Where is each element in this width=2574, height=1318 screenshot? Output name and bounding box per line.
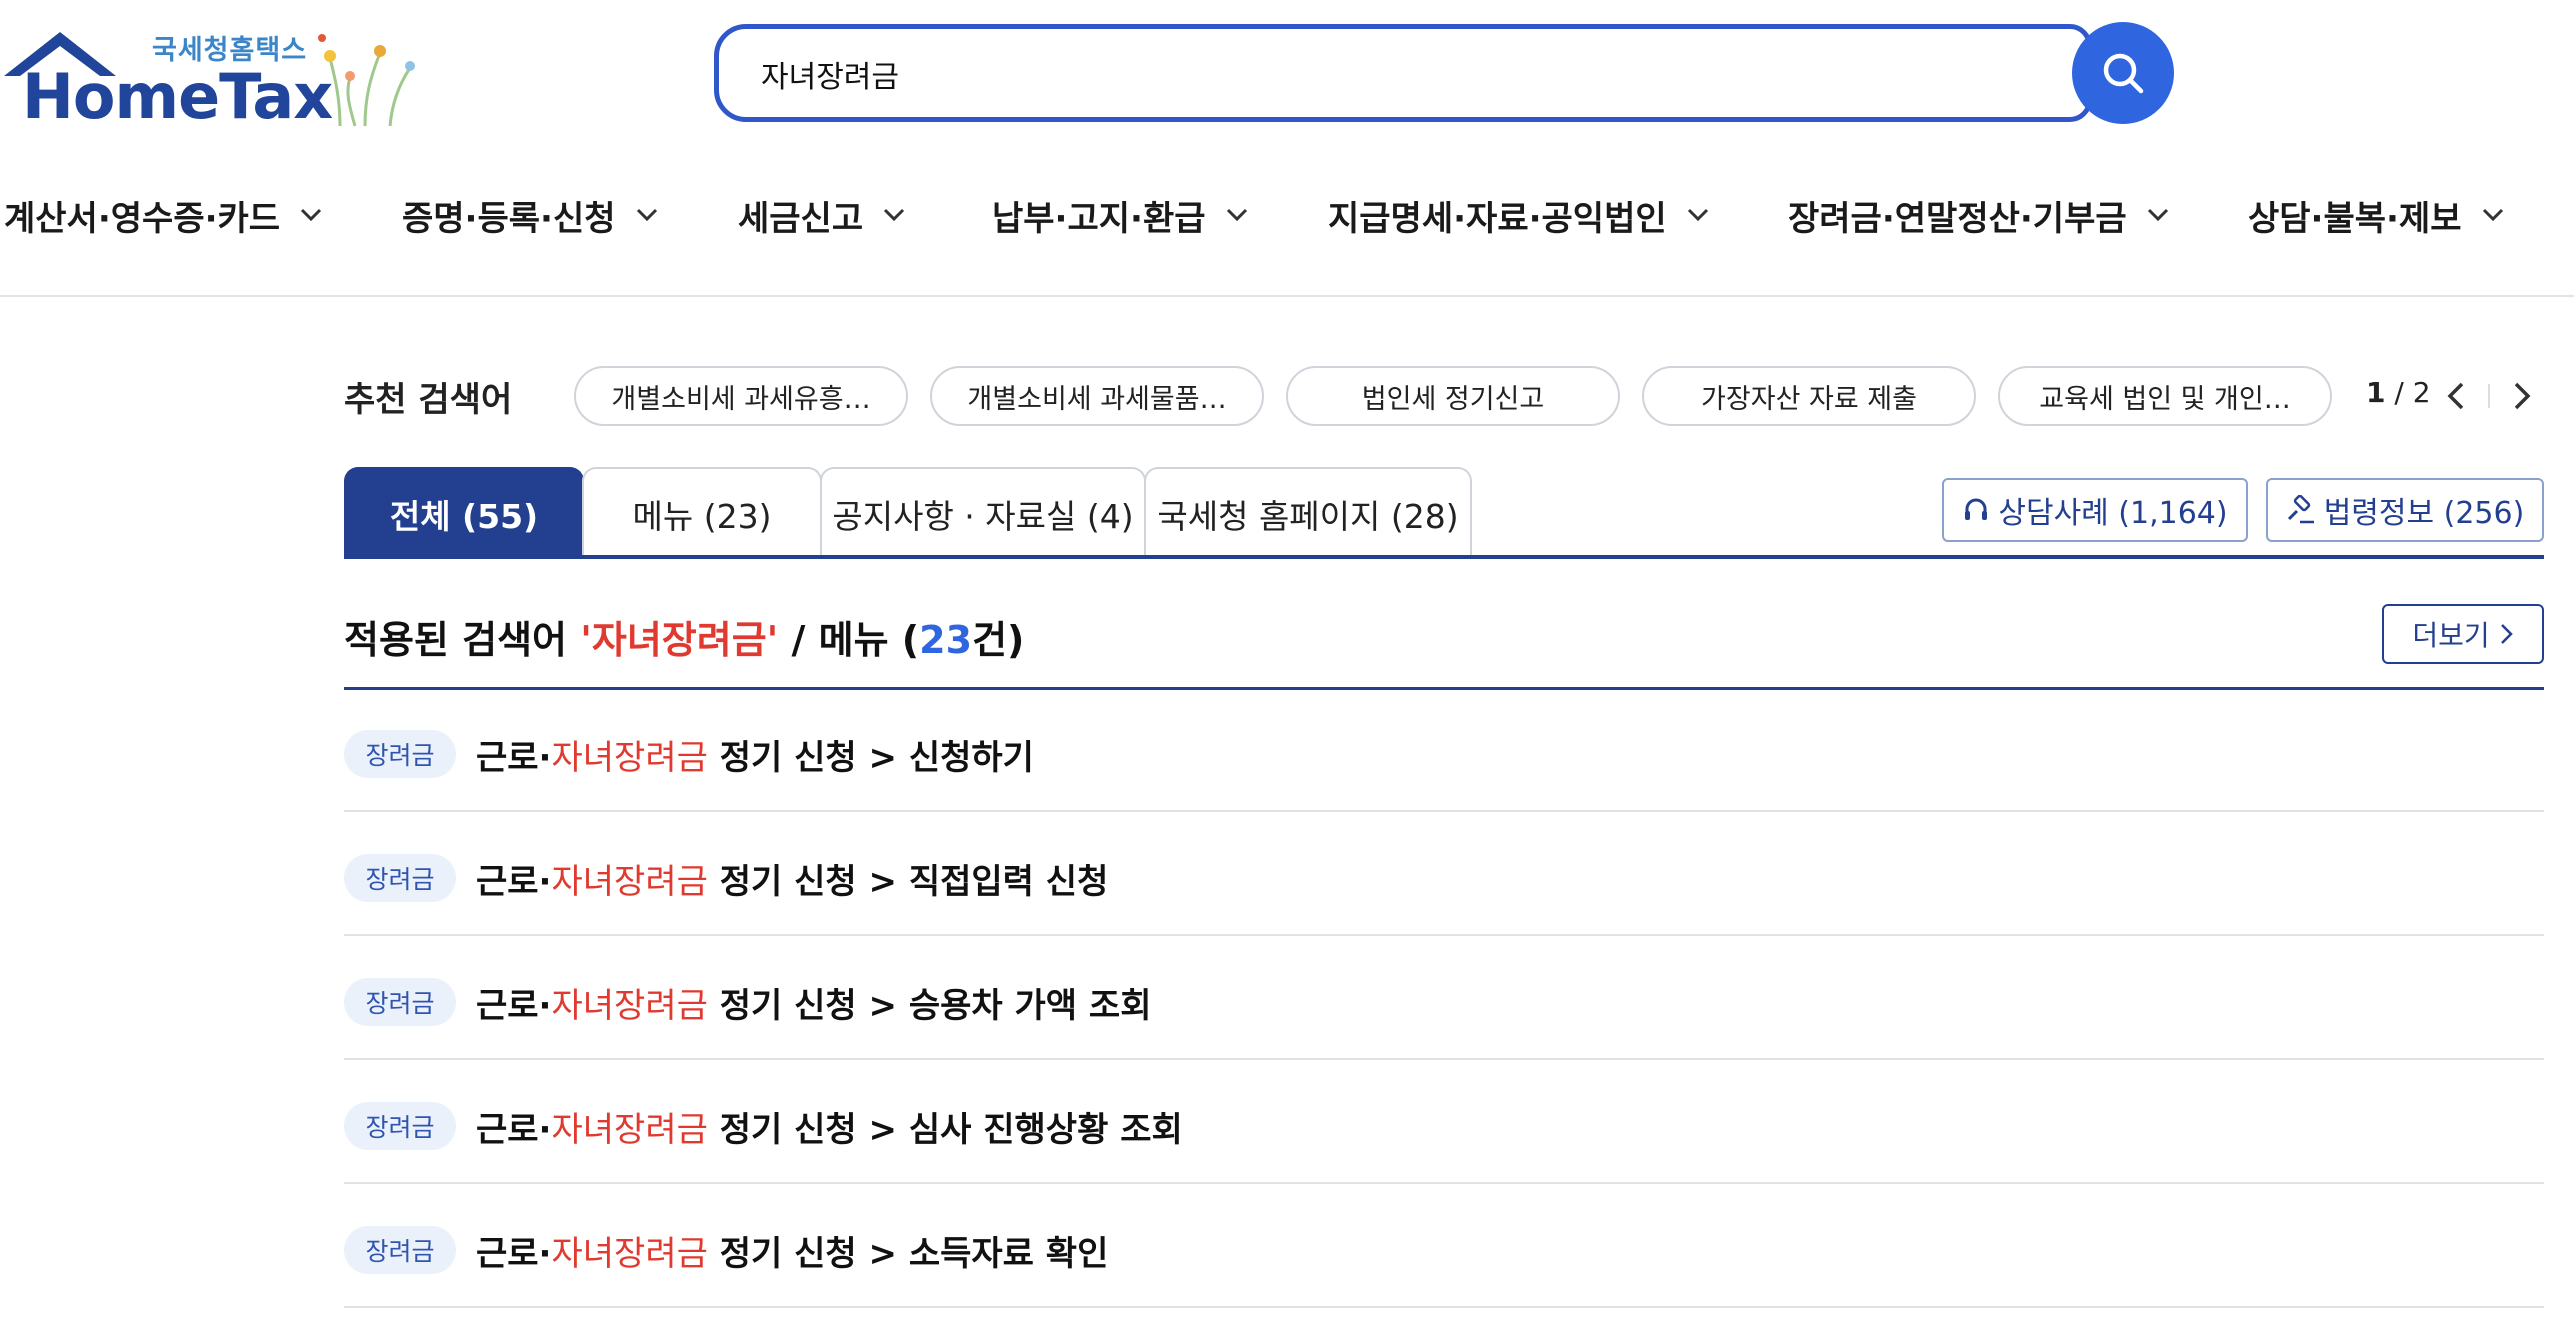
result-title[interactable]: 근로·자녀장려금 정기 신청 > 승용차 가액 조회 (476, 978, 1151, 1027)
more-button[interactable]: 더보기 (2382, 604, 2544, 664)
chevron-left-icon (2447, 382, 2464, 410)
law-info-button[interactable]: 법령정보 (256) (2266, 478, 2544, 542)
gnb-item-statements[interactable]: 지급명세·자료·공익법인 (1328, 180, 1709, 250)
pager-next-button[interactable] (2500, 374, 2544, 418)
tab-all[interactable]: 전체 (55) (344, 467, 584, 559)
title-path: 정기 신청 > 심사 진행상황 조회 (707, 1110, 1183, 1150)
chevron-down-icon (2147, 208, 2168, 222)
gnb-label: 계산서·영수증·카드 (4, 198, 281, 239)
pager-current: 1 (2366, 376, 2386, 409)
category-badge: 장려금 (344, 730, 456, 778)
recommended-pager: 1 / 2 (2366, 376, 2431, 409)
result-title[interactable]: 근로·자녀장려금 정기 신청 > 직접입력 신청 (476, 854, 1108, 903)
search-icon (2103, 53, 2144, 94)
category-badge: 장려금 (344, 1102, 456, 1150)
recommended-chip[interactable]: 교육세 법인 및 개인… (1998, 366, 2332, 426)
title-prefix: 근로· (476, 1234, 552, 1274)
tab-notices[interactable]: 공지사항 · 자료실 (4) (820, 467, 1146, 559)
chevron-down-icon (1226, 208, 1247, 222)
result-mid: / 메뉴 ( (778, 618, 920, 662)
recommended-chip[interactable]: 가장자산 자료 제출 (1642, 366, 1976, 426)
result-keyword: '자녀장려금' (580, 618, 779, 662)
gnb-label: 장려금·연말정산·기부금 (1788, 198, 2127, 239)
tab-menu[interactable]: 메뉴 (23) (582, 467, 822, 559)
title-path: 정기 신청 > 직접입력 신청 (707, 862, 1109, 902)
title-highlight: 자녀장려금 (551, 1234, 708, 1274)
gnb-item-tax-filing[interactable]: 세금신고 (738, 180, 905, 250)
title-path: 정기 신청 > 승용차 가액 조회 (707, 986, 1152, 1026)
result-title[interactable]: 근로·자녀장려금 정기 신청 > 소득자료 확인 (476, 1226, 1108, 1275)
category-badge: 장려금 (344, 978, 456, 1026)
title-path: 정기 신청 > 신청하기 (707, 738, 1034, 778)
category-badge: 장려금 (344, 1226, 456, 1274)
recommended-keywords-title: 추천 검색어 (344, 380, 513, 420)
gnb-item-payment[interactable]: 납부·고지·환급 (992, 180, 1248, 250)
gavel-icon (2287, 495, 2314, 524)
result-count: 23 (919, 618, 973, 662)
hometax-logo[interactable]: 국세청홈택스 HomeTax (0, 20, 440, 133)
consult-cases-label: 상담사례 (1,164) (1998, 496, 2228, 531)
result-row[interactable]: 장려금 근로·자녀장려금 정기 신청 > 승용차 가액 조회 (344, 938, 2544, 1060)
result-prefix: 적용된 검색어 (344, 618, 581, 662)
flower-decoration-icon (318, 34, 415, 127)
title-prefix: 근로· (476, 862, 552, 902)
gnb-label: 지급명세·자료·공익법인 (1328, 198, 1667, 239)
result-suffix: 건) (972, 618, 1025, 662)
consult-cases-button[interactable]: 상담사례 (1,164) (1942, 478, 2248, 542)
chevron-down-icon (636, 208, 657, 222)
result-heading: 적용된 검색어 '자녀장려금' / 메뉴 (23건) (344, 609, 1024, 664)
tab-nts-homepage[interactable]: 국세청 홈페이지 (28) (1144, 467, 1472, 559)
pager-divider (2488, 384, 2490, 408)
search-box (714, 24, 2092, 122)
gnb-item-certificates[interactable]: 증명·등록·신청 (402, 180, 658, 250)
result-title[interactable]: 근로·자녀장려금 정기 신청 > 신청하기 (476, 730, 1034, 779)
search-input[interactable] (759, 29, 1963, 119)
gnb-item-incentives[interactable]: 장려금·연말정산·기부금 (1788, 180, 2169, 250)
result-row[interactable]: 장려금 근로·자녀장려금 정기 신청 > 소득자료 확인 (344, 1186, 2544, 1308)
chevron-right-icon (2514, 382, 2531, 410)
title-prefix: 근로· (476, 1110, 552, 1150)
gnb-label: 세금신고 (738, 198, 864, 239)
chevron-down-icon (301, 208, 322, 222)
chevron-down-icon (884, 208, 905, 222)
title-highlight: 자녀장려금 (551, 986, 708, 1026)
law-info-label: 법령정보 (256) (2323, 496, 2525, 531)
more-label: 더보기 (2412, 619, 2490, 652)
chevron-down-icon (2482, 208, 2503, 222)
search-button[interactable] (2072, 22, 2174, 124)
gnb-item-receipts[interactable]: 계산서·영수증·카드 (4, 180, 322, 250)
chevron-right-icon (2500, 624, 2513, 644)
recommended-chip[interactable]: 개별소비세 과세물품… (930, 366, 1264, 426)
recommended-chip[interactable]: 법인세 정기신고 (1286, 366, 1620, 426)
title-highlight: 자녀장려금 (551, 738, 708, 778)
result-row[interactable]: 장려금 근로·자녀장려금 정기 신청 > 직접입력 신청 (344, 814, 2544, 936)
title-highlight: 자녀장려금 (551, 1110, 708, 1150)
result-row[interactable]: 장려금 근로·자녀장려금 정기 신청 > 신청하기 (344, 690, 2544, 812)
brand-title: HomeTax (22, 60, 333, 133)
headset-icon (1965, 498, 1988, 520)
chevron-down-icon (1687, 208, 1708, 222)
recommended-chip[interactable]: 개별소비세 과세유흥… (574, 366, 908, 426)
title-prefix: 근로· (476, 986, 552, 1026)
gnb-label: 상담·불복·제보 (2248, 198, 2462, 239)
pager-total: / 2 (2394, 376, 2431, 409)
result-title[interactable]: 근로·자녀장려금 정기 신청 > 심사 진행상황 조회 (476, 1102, 1183, 1151)
tab-underline (344, 555, 2544, 559)
title-highlight: 자녀장려금 (551, 862, 708, 902)
title-prefix: 근로· (476, 738, 552, 778)
gnb-label: 증명·등록·신청 (402, 198, 616, 239)
gnb-item-consult[interactable]: 상담·불복·제보 (2248, 180, 2504, 250)
category-badge: 장려금 (344, 854, 456, 902)
gnb-label: 납부·고지·환급 (992, 198, 1206, 239)
pager-prev-button[interactable] (2434, 374, 2478, 418)
main-navigation: 계산서·영수증·카드 증명·등록·신청 세금신고 납부·고지·환급 지급명세·자… (0, 180, 2574, 297)
title-path: 정기 신청 > 소득자료 확인 (707, 1234, 1109, 1274)
result-row[interactable]: 장려금 근로·자녀장려금 정기 신청 > 심사 진행상황 조회 (344, 1062, 2544, 1184)
